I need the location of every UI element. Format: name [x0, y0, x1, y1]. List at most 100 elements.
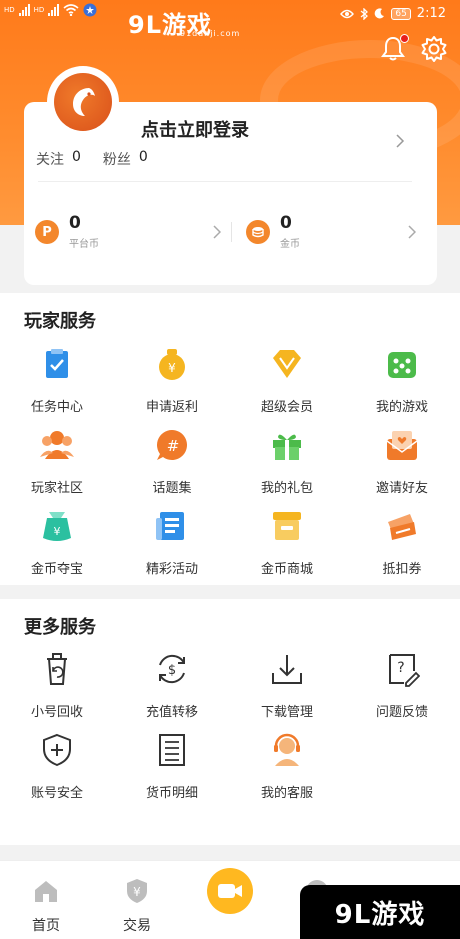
player-service-item-label: 金币夺宝 [30, 562, 83, 577]
platform-coin-label: 平台币 [69, 239, 99, 250]
download-icon [272, 655, 302, 684]
center-video-button[interactable] [207, 868, 253, 914]
status-bar: HD HD 65 2:12 [0, 0, 460, 30]
player-service-item[interactable]: ¥ 金币夺宝 [7, 508, 107, 577]
platform-coin-icon: P [35, 220, 59, 244]
chevron-right-icon[interactable] [395, 133, 405, 149]
player-service-item[interactable]: 超级会员 [237, 346, 337, 415]
svg-text:?: ? [397, 660, 404, 676]
player-service-item[interactable]: 邀请好友 [352, 427, 452, 496]
community-icon [40, 431, 74, 459]
signal-icon-2 [48, 4, 60, 16]
player-service-item[interactable]: 我的游戏 [352, 346, 452, 415]
player-service-item-label: 精彩活动 [145, 562, 198, 577]
topic-icon: # [157, 430, 187, 460]
more-service-item-label: 货币明细 [145, 786, 198, 801]
status-right: 65 2:12 [340, 6, 446, 21]
ledger-icon [159, 734, 185, 766]
diamond-icon [273, 350, 301, 378]
dice-icon [388, 352, 416, 378]
more-service-item[interactable]: 账号安全 [7, 732, 107, 801]
more-service-item-label: 我的客服 [260, 786, 313, 801]
gold-coin-value: 0 [280, 213, 292, 233]
card-divider [38, 181, 412, 182]
player-services-title: 玩家服务 [24, 311, 96, 332]
login-prompt[interactable]: 点击立即登录 [141, 116, 249, 142]
platform-coin-block[interactable]: P 0 平台币 [35, 214, 99, 250]
more-service-item-label: 下载管理 [260, 705, 313, 720]
gold-coin-icon [246, 220, 270, 244]
player-service-item-label: 抵扣券 [382, 562, 422, 577]
shop-icon [273, 512, 301, 540]
coin-separator [231, 222, 232, 242]
follow-stats: 关注 0 粉丝 0 [36, 149, 162, 169]
player-service-item-label: 玩家社区 [30, 481, 83, 496]
more-service-item-label: 问题反馈 [375, 705, 428, 720]
battery-icon: 65 [391, 7, 411, 20]
gold-coin-chevron-icon[interactable] [408, 225, 416, 239]
app-notification-icon [83, 3, 97, 17]
trade-icon: ¥ [127, 879, 147, 903]
gold-coin-block[interactable]: 0 金币 [246, 214, 300, 250]
player-service-item[interactable]: 我的礼包 [237, 427, 337, 496]
svg-text:¥: ¥ [168, 361, 176, 375]
tab-home[interactable]: 首页 [16, 877, 76, 935]
platform-coin-chevron-icon[interactable] [213, 225, 221, 239]
player-service-item[interactable]: 金币商城 [237, 508, 337, 577]
player-service-item[interactable]: ¥ 申请返利 [122, 346, 222, 415]
player-service-item[interactable]: # 话题集 [122, 427, 222, 496]
status-time: 2:12 [416, 6, 446, 21]
player-service-item-label: 我的游戏 [375, 400, 428, 415]
gold-coin-label: 金币 [280, 239, 300, 250]
coupon-icon [388, 514, 416, 540]
support-icon [274, 733, 300, 766]
player-service-item[interactable]: 任务中心 [7, 346, 107, 415]
follow-label[interactable]: 关注 [36, 149, 64, 169]
shield-icon [43, 733, 71, 767]
more-service-item[interactable]: 小号回收 [7, 651, 107, 720]
video-camera-icon [218, 884, 242, 898]
network-label-1: HD [4, 6, 15, 14]
more-service-item[interactable]: 下载管理 [237, 651, 337, 720]
player-service-item-label: 申请返利 [145, 400, 198, 415]
svg-text:#: # [167, 437, 180, 455]
player-service-item[interactable]: 精彩活动 [122, 508, 222, 577]
player-service-item[interactable]: 玩家社区 [7, 427, 107, 496]
more-service-item[interactable]: 货币明细 [122, 732, 222, 801]
avatar[interactable] [49, 68, 117, 136]
top-logo-subtext: 91danji.com [180, 29, 241, 38]
more-service-item[interactable]: ? 问题反馈 [352, 651, 452, 720]
tab-trade-label: 交易 [123, 918, 151, 934]
task-icon [46, 349, 68, 378]
svg-text:¥: ¥ [133, 885, 141, 899]
rebate-icon: ¥ [159, 349, 185, 380]
treasure-icon: ¥ [43, 512, 71, 541]
signal-icon [18, 4, 30, 16]
network-label-2: HD [33, 6, 45, 14]
more-service-item-label: 小号回收 [30, 705, 83, 720]
player-service-item[interactable]: 抵扣券 [352, 508, 452, 577]
tab-trade[interactable]: ¥ 交易 [107, 877, 167, 935]
player-service-item-label: 邀请好友 [375, 481, 428, 496]
fox-logo-icon [73, 88, 95, 116]
notification-bell-button[interactable] [381, 34, 409, 62]
platform-coin-value: 0 [69, 213, 81, 233]
follow-count[interactable]: 0 [72, 149, 81, 169]
tab-home-label: 首页 [32, 918, 60, 934]
fans-count[interactable]: 0 [139, 149, 148, 169]
more-service-item[interactable]: 我的客服 [237, 732, 337, 801]
svg-text:$: $ [168, 663, 176, 678]
more-services-title: 更多服务 [24, 617, 96, 638]
status-left: HD HD [4, 3, 97, 17]
fans-label[interactable]: 粉丝 [103, 149, 131, 169]
transfer-icon: $ [159, 654, 185, 684]
more-service-item[interactable]: $ 充值转移 [122, 651, 222, 720]
player-service-item-label: 超级会员 [260, 400, 313, 415]
settings-button[interactable] [420, 35, 448, 63]
player-service-item-label: 我的礼包 [260, 481, 313, 496]
eye-icon [340, 9, 355, 18]
notification-dot [400, 34, 409, 43]
feedback-icon: ? [389, 654, 421, 687]
gift-icon [273, 434, 301, 460]
home-icon [35, 881, 57, 902]
